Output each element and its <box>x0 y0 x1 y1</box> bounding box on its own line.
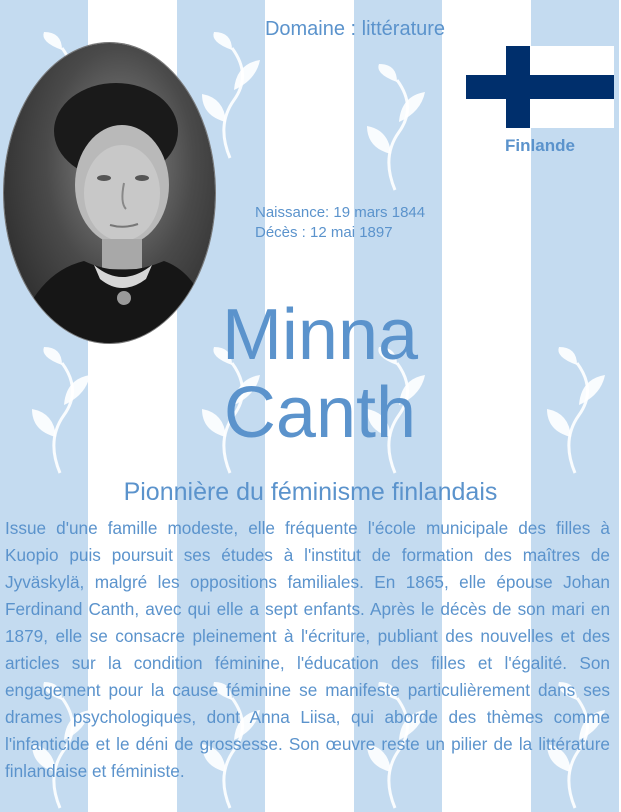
death-date: Décès : 12 mai 1897 <box>255 224 393 241</box>
domain-label: Domaine : littérature <box>264 18 446 40</box>
subtitle: Pionnière du féminisme finlandais <box>123 478 498 506</box>
last-name: Canth <box>223 373 417 453</box>
biography-text: Issue d'une famille modeste, elle fréque… <box>5 518 610 781</box>
first-name: Minna <box>221 295 419 375</box>
birth-date: Naissance: 19 mars 1844 <box>255 204 426 221</box>
person-name: Minna Canth <box>160 296 480 452</box>
leaf-ornament-icon <box>200 30 266 160</box>
finland-flag-icon <box>466 46 614 128</box>
leaf-ornament-icon <box>365 62 431 192</box>
leaf-ornament-icon <box>545 345 611 475</box>
life-dates: Naissance: 19 mars 1844 Décès : 12 mai 1… <box>255 203 425 243</box>
country-label: Finlande <box>505 136 575 155</box>
leaf-ornament-icon <box>30 345 96 475</box>
